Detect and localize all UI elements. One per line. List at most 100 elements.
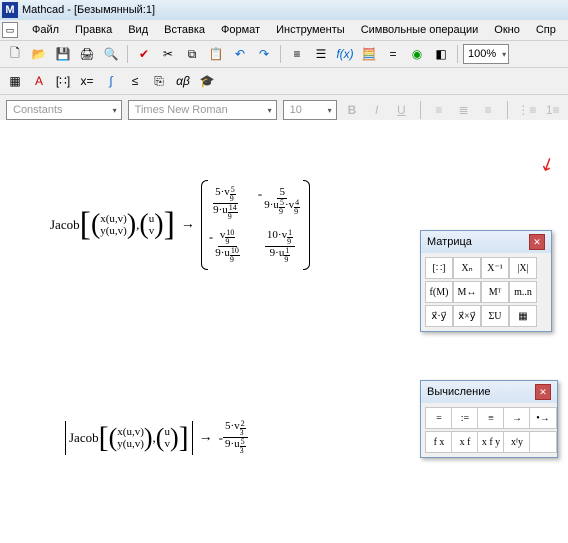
prefix-icon[interactable]: f x <box>425 431 453 453</box>
menu-bar: ▭ Файл Правка Вид Вставка Формат Инструм… <box>0 20 568 41</box>
cell-11: 5·v59 9·u149 <box>209 186 242 221</box>
vectorize-icon[interactable]: f(M) <box>425 281 453 303</box>
align-center-icon[interactable]: ≣ <box>454 100 473 120</box>
align-icon[interactable]: ≡ <box>286 43 308 65</box>
transpose-icon[interactable]: Mᵀ <box>481 281 509 303</box>
menu-file[interactable]: Файл <box>24 22 67 38</box>
evaluation-palette-icon[interactable]: x= <box>76 70 98 92</box>
menu-format[interactable]: Формат <box>213 22 268 38</box>
paste-icon[interactable]: 📋 <box>205 43 227 65</box>
result-matrix: 5·v59 9·u149 - 5 9·u59 ·v49 <box>201 180 310 270</box>
menu-symbolic[interactable]: Символьные операции <box>353 22 487 38</box>
unit-icon[interactable]: 🧮 <box>358 43 380 65</box>
symbolic-palette-icon[interactable]: 🎓 <box>196 70 218 92</box>
style-combo[interactable]: Constants <box>6 100 122 120</box>
boolean-palette-icon[interactable]: ≤ <box>124 70 146 92</box>
sum-icon[interactable]: ΣU <box>481 305 509 327</box>
palette-titlebar[interactable]: Вычисление ✕ <box>421 381 557 403</box>
open-icon[interactable]: 📂 <box>28 43 50 65</box>
tree-icon[interactable]: xᶠy <box>503 431 531 453</box>
evaluation-palette[interactable]: Вычисление ✕ = := ≡ → •→ f x x f x f y x… <box>420 380 558 458</box>
new-icon[interactable]: 🗋 <box>4 43 26 65</box>
menu-view[interactable]: Вид <box>120 22 156 38</box>
menu-tools[interactable]: Инструменты <box>268 22 353 38</box>
equals-icon[interactable]: = <box>425 407 453 429</box>
det-result: 5·v23 9·u53 <box>223 420 248 455</box>
copy-icon[interactable]: ⧉ <box>181 43 203 65</box>
control-box-icon[interactable]: ▭ <box>2 22 18 38</box>
align-left-icon[interactable]: ≡ <box>430 100 449 120</box>
preview-icon[interactable]: 🔍 <box>100 43 122 65</box>
close-icon[interactable]: ✕ <box>535 384 551 400</box>
underline-button[interactable]: U <box>392 100 411 120</box>
separator <box>420 101 421 119</box>
calculator-palette-icon[interactable]: ▦ <box>4 70 26 92</box>
menu-help[interactable]: Спр <box>528 22 564 38</box>
matrix-insert-icon[interactable]: [∷] <box>425 257 453 279</box>
cell-22: 10·v19 9·u19 <box>258 229 302 264</box>
greek-palette-icon[interactable]: αβ <box>172 70 194 92</box>
menu-edit[interactable]: Правка <box>67 22 120 38</box>
determinant-icon[interactable]: |X| <box>509 257 537 279</box>
menu-insert[interactable]: Вставка <box>156 22 213 38</box>
sym-keyword-icon[interactable]: •→ <box>529 407 557 429</box>
separator <box>127 45 128 63</box>
determinant-region[interactable]: Jacob [ ( x(u,v) y(u,v) ) , ( u v ) ] → … <box>65 420 248 455</box>
postfix-icon[interactable]: x f <box>451 431 479 453</box>
separator <box>507 101 508 119</box>
align2-icon[interactable]: ☰ <box>310 43 332 65</box>
palette-title: Вычисление <box>427 386 491 398</box>
determinant-bars: Jacob [ ( x(u,v) y(u,v) ) , ( u v ) ] <box>65 421 193 455</box>
column-icon[interactable]: M↔ <box>453 281 481 303</box>
font-combo[interactable]: Times New Roman <box>128 100 277 120</box>
calculus-palette-icon[interactable]: ∫ <box>100 70 122 92</box>
link-icon[interactable]: ◉ <box>406 43 428 65</box>
cell-12: - 5 9·u59 ·v49 <box>258 186 302 221</box>
calc-icon[interactable]: = <box>382 43 404 65</box>
inverse-icon[interactable]: X⁻¹ <box>481 257 509 279</box>
jacob-label: Jacob <box>50 217 80 233</box>
cut-icon[interactable]: ✂ <box>157 43 179 65</box>
math-toolbar: ▦ A [∷] x= ∫ ≤ ⎘ αβ 🎓 <box>0 68 568 95</box>
menu-window[interactable]: Окно <box>486 22 528 38</box>
matrix-palette[interactable]: Матрица ✕ [∷] Xₙ X⁻¹ |X| f(M) M↔ Mᵀ m..n… <box>420 230 552 332</box>
size-combo[interactable]: 10 <box>283 100 337 120</box>
save-icon[interactable]: 💾 <box>52 43 74 65</box>
sym-eval-icon[interactable]: → <box>503 407 531 429</box>
component-icon[interactable]: ◧ <box>430 43 452 65</box>
window-title: Mathcad - [Безымянный:1] <box>22 4 155 16</box>
subscript-icon[interactable]: Xₙ <box>453 257 481 279</box>
redo-icon[interactable]: ↷ <box>253 43 275 65</box>
close-icon[interactable]: ✕ <box>529 234 545 250</box>
cell-21: - v109 9·u109 <box>209 229 242 264</box>
assign-icon[interactable]: := <box>451 407 479 429</box>
jacobian-region[interactable]: Jacob [ ( x(u,v) y(u,v) ) , ( u v ) ] → … <box>50 180 310 270</box>
fx-icon[interactable]: f(x) <box>334 43 356 65</box>
separator <box>280 45 281 63</box>
symbolic-arrow-icon: → <box>181 217 195 233</box>
align-right-icon[interactable]: ≡ <box>479 100 498 120</box>
blank-icon[interactable] <box>529 431 557 453</box>
palette-titlebar[interactable]: Матрица ✕ <box>421 231 551 253</box>
infix-icon[interactable]: x f y <box>477 431 505 453</box>
matrix-palette-icon[interactable]: [∷] <box>52 70 74 92</box>
app-icon: M <box>2 2 18 18</box>
bullets-icon[interactable]: ⋮≡ <box>516 100 537 120</box>
dot-product-icon[interactable]: x⃗·y⃗ <box>425 305 453 327</box>
undo-icon[interactable]: ↶ <box>229 43 251 65</box>
symbolic-arrow-icon: → <box>199 430 213 446</box>
numbering-icon[interactable]: 1≡ <box>543 100 562 120</box>
range-icon[interactable]: m..n <box>509 281 537 303</box>
global-assign-icon[interactable]: ≡ <box>477 407 505 429</box>
print-icon[interactable]: 🖨 <box>76 43 98 65</box>
bold-button[interactable]: B <box>343 100 362 120</box>
programming-palette-icon[interactable]: ⎘ <box>148 70 170 92</box>
picture-icon[interactable]: ▦ <box>509 305 537 327</box>
separator <box>457 45 458 63</box>
zoom-combo[interactable]: 100% <box>463 44 509 64</box>
cross-product-icon[interactable]: x⃗×y⃗ <box>453 305 481 327</box>
italic-button[interactable]: I <box>367 100 386 120</box>
graph-palette-icon[interactable]: A <box>28 70 50 92</box>
spell-icon[interactable]: ✔ <box>133 43 155 65</box>
jacob-arg1: x(u,v) y(u,v) <box>100 213 127 237</box>
